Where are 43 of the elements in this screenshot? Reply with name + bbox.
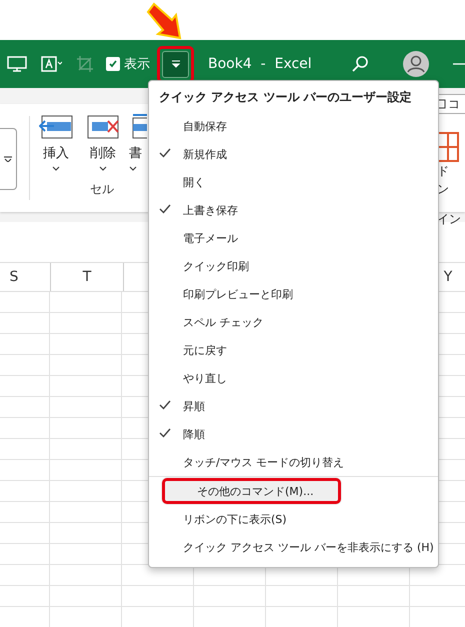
column-header[interactable]: T bbox=[51, 263, 124, 291]
caret-icon bbox=[129, 166, 137, 171]
menu-item[interactable]: 昇順 bbox=[149, 392, 438, 420]
check-icon bbox=[159, 148, 171, 158]
group-label: セル bbox=[90, 181, 114, 198]
caret-icon bbox=[170, 60, 180, 68]
delete-cells-icon bbox=[86, 114, 120, 140]
menu-item[interactable]: 印刷プレビューと印刷 bbox=[149, 280, 438, 308]
caret-icon bbox=[4, 156, 12, 162]
dropdown-button[interactable] bbox=[0, 128, 17, 190]
menu-item[interactable]: その他のコマンド(M)... bbox=[161, 477, 342, 505]
menu-item[interactable]: リボンの下に表示(S) bbox=[149, 505, 438, 533]
window-title: Book4 - Excel bbox=[208, 56, 312, 72]
checkmark-icon bbox=[108, 59, 118, 69]
caret-icon bbox=[52, 166, 60, 171]
add-in-label: ド bbox=[437, 163, 450, 180]
menu-item[interactable]: 電子メール bbox=[149, 224, 438, 252]
menu-title: クイック アクセス ツール バーのユーザー設定 bbox=[158, 89, 413, 106]
column-header[interactable]: S bbox=[0, 263, 51, 291]
add-in-label: ン bbox=[437, 181, 450, 198]
ribbon-button[interactable]: 削除 bbox=[82, 114, 124, 171]
caret-icon bbox=[99, 166, 107, 171]
show-checkbox[interactable]: 表示 bbox=[106, 55, 150, 73]
comment-button[interactable]: コ bbox=[437, 94, 465, 114]
minimize-icon[interactable] bbox=[453, 62, 465, 66]
customize-toolbar-button[interactable] bbox=[162, 50, 189, 78]
menu-item[interactable]: 上書き保存 bbox=[149, 196, 438, 224]
menu-item[interactable]: 新規作成 bbox=[149, 140, 438, 168]
insert-cells-icon bbox=[39, 114, 73, 140]
menu-item[interactable]: やり直し bbox=[149, 364, 438, 392]
ribbon-button[interactable]: 挿入 bbox=[35, 114, 77, 171]
menu-item[interactable]: 元に戻す bbox=[149, 336, 438, 364]
menu-item[interactable]: 自動保存 bbox=[149, 112, 438, 140]
avatar-icon[interactable] bbox=[403, 51, 429, 77]
check-icon bbox=[159, 428, 171, 438]
check-icon bbox=[159, 204, 171, 214]
menu-item[interactable]: クイック印刷 bbox=[149, 252, 438, 280]
menu-item[interactable]: クイック アクセス ツール バーを非表示にする (H) bbox=[149, 533, 438, 561]
menu-item[interactable]: 開く bbox=[149, 168, 438, 196]
group-label: イン bbox=[437, 211, 461, 228]
check-icon bbox=[159, 400, 171, 410]
menu-item[interactable]: スペル チェック bbox=[149, 308, 438, 336]
menu-item[interactable]: 降順 bbox=[149, 420, 438, 448]
